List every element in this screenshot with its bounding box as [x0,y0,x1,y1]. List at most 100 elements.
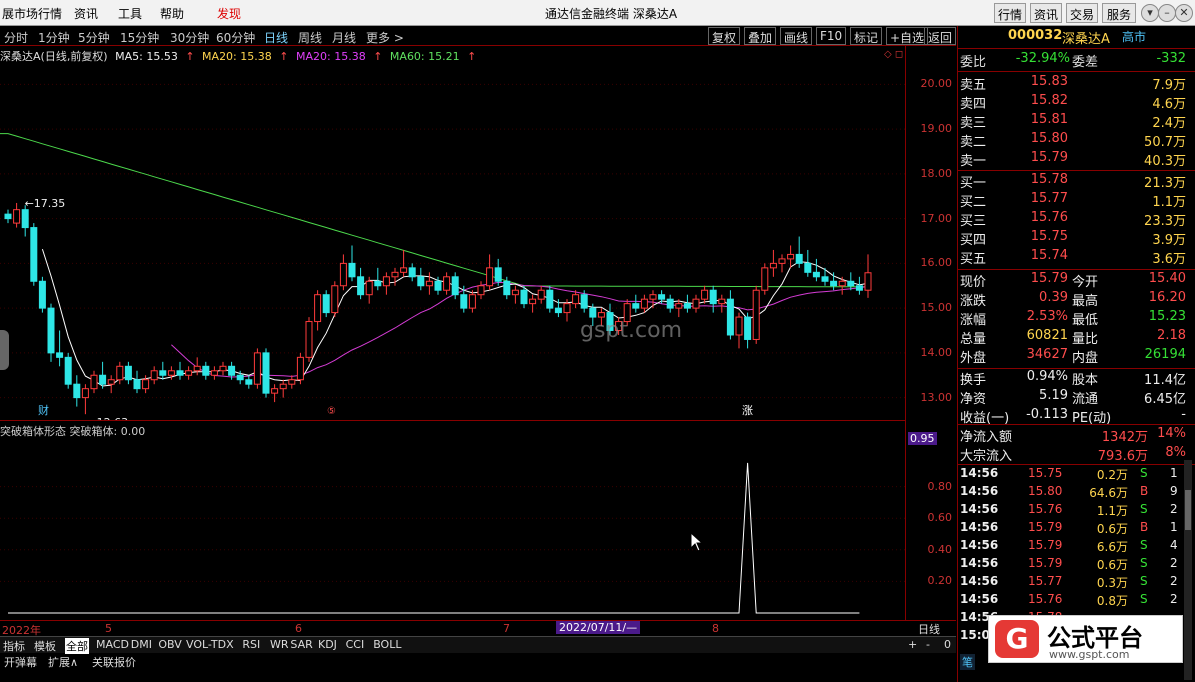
indicator-tab[interactable]: MACD [96,638,129,651]
candle [812,271,820,278]
candle [13,209,21,224]
tick-footer[interactable]: 笔 [960,654,975,670]
indicator-tab[interactable]: RSI [242,638,260,651]
flow-pct: 8% [1165,445,1186,460]
candle [314,294,322,323]
candle [150,370,158,381]
indicator-tab[interactable]: SAR [290,638,312,651]
quote-row: 卖五 15.83 7.9万 [958,74,1186,93]
quote-label: 外盘 [960,351,987,366]
menu-news[interactable]: 资讯 [74,5,98,22]
period-1min[interactable]: 1分钟 [38,29,70,46]
indicator-tab[interactable]: OBV [158,638,181,651]
indicator-tab[interactable]: 模板 [34,638,56,654]
candle [417,276,425,287]
period-60min[interactable]: 60分钟 [216,29,255,46]
indicator-tab[interactable]: KDJ [318,638,337,651]
candle [236,374,244,381]
candle [744,316,752,340]
candle [830,280,838,287]
overlay-button[interactable]: 叠加 [744,27,777,45]
danmaku-tab[interactable]: 开弹幕 [4,654,37,670]
tick-price: 15.77 [1028,574,1063,588]
indicator-axis: 0.95 0.80 0.60 0.40 0.20 [905,420,956,620]
tick-time: 14:56 [960,538,999,552]
candle [795,253,803,264]
close-icon[interactable]: ✕ [1175,4,1193,22]
menu-market[interactable]: 展市场行情 [2,5,62,22]
draw-button[interactable]: 画线 [780,27,813,45]
tick-price: 15.79 [1028,556,1063,570]
trade-button[interactable]: 交易 [1066,3,1098,23]
period-5min[interactable]: 5分钟 [78,29,110,46]
zoom-control[interactable]: - [926,638,930,651]
candle [511,289,519,296]
quote-value: 60821 [1026,328,1068,343]
candle [382,276,390,287]
indicator-tab[interactable]: CCI [346,638,365,651]
zoom-control[interactable]: + [908,638,917,651]
related-quote-tab[interactable]: 关联报价 [92,654,136,670]
tick-volume: 0.3万 [1096,576,1128,590]
candle [658,294,666,300]
chart-corner-icon[interactable]: ◇ ◻ [884,49,903,60]
period-more[interactable]: 更多 > [366,29,404,46]
indicator-chart[interactable] [0,438,905,616]
back-button[interactable]: 返回 [924,27,956,45]
f10-button[interactable]: F10 [816,27,847,45]
menu-tools[interactable]: 工具 [118,5,142,22]
indicator-tab[interactable]: VOL-TDX [186,638,234,651]
period-15min[interactable]: 15分钟 [120,29,159,46]
tick-price: 15.75 [1028,466,1063,480]
add-watchlist-button[interactable]: +自选 [886,27,929,45]
quote-value: 26194 [1144,347,1186,362]
ma20-line [171,281,869,378]
menu-help[interactable]: 帮助 [160,5,184,22]
service-button[interactable]: 服务 [1102,3,1136,23]
quote-button[interactable]: 行情 [994,3,1026,23]
news-button[interactable]: 资讯 [1030,3,1062,23]
period-30min[interactable]: 30分钟 [170,29,209,46]
period-daily[interactable]: 日线 [264,29,288,46]
mark-button[interactable]: 标记 [850,27,883,45]
period-monthly[interactable]: 月线 [332,29,356,46]
quote-label: 最高 [1072,294,1099,309]
menu-discover[interactable]: 发现 [217,5,241,22]
candle [305,321,313,358]
tick-time: 14:56 [960,502,999,516]
collapse-handle[interactable] [0,330,9,370]
indicator-tab[interactable]: WR [270,638,289,651]
candlestick-chart[interactable]: ←17.35←12.63财⑤涨gspt.com [0,62,905,420]
adjust-button[interactable]: 复权 [708,27,741,45]
candle [391,271,399,278]
candle [589,307,597,318]
minimize-icon[interactable]: – [1158,4,1176,22]
candle [21,209,29,229]
candle [692,298,700,309]
period-weekly[interactable]: 周线 [298,29,322,46]
candle [520,289,528,305]
bid-price: 15.74 [1030,248,1068,263]
candle [133,379,141,390]
tick-time: 14:56 [960,574,999,588]
candle [142,379,150,390]
indicator-tab[interactable]: 全部 [65,638,89,654]
tick-count: 2 [1170,502,1178,516]
expand-tab[interactable]: 扩展∧ [48,654,78,670]
period-tick[interactable]: 分时 [4,29,28,46]
zoom-control[interactable]: 0 [944,638,951,651]
indicator-tab[interactable]: DMI [131,638,152,651]
candle [572,294,580,305]
ask-label: 卖三 [960,116,987,131]
candle [64,356,72,385]
candle [821,276,829,282]
indicator-tab[interactable]: 指标 [3,638,25,654]
ask-label: 卖二 [960,135,987,150]
tick-scrollbar[interactable] [1184,460,1192,680]
tick-time: 14:56 [960,556,999,570]
candle [683,303,691,309]
indicator-tab[interactable]: BOLL [373,638,401,651]
quote-row: 买二 15.77 1.1万 [958,191,1186,210]
menu-down-icon[interactable]: ▾ [1141,4,1159,22]
price-tick: 15.00 [920,301,953,315]
